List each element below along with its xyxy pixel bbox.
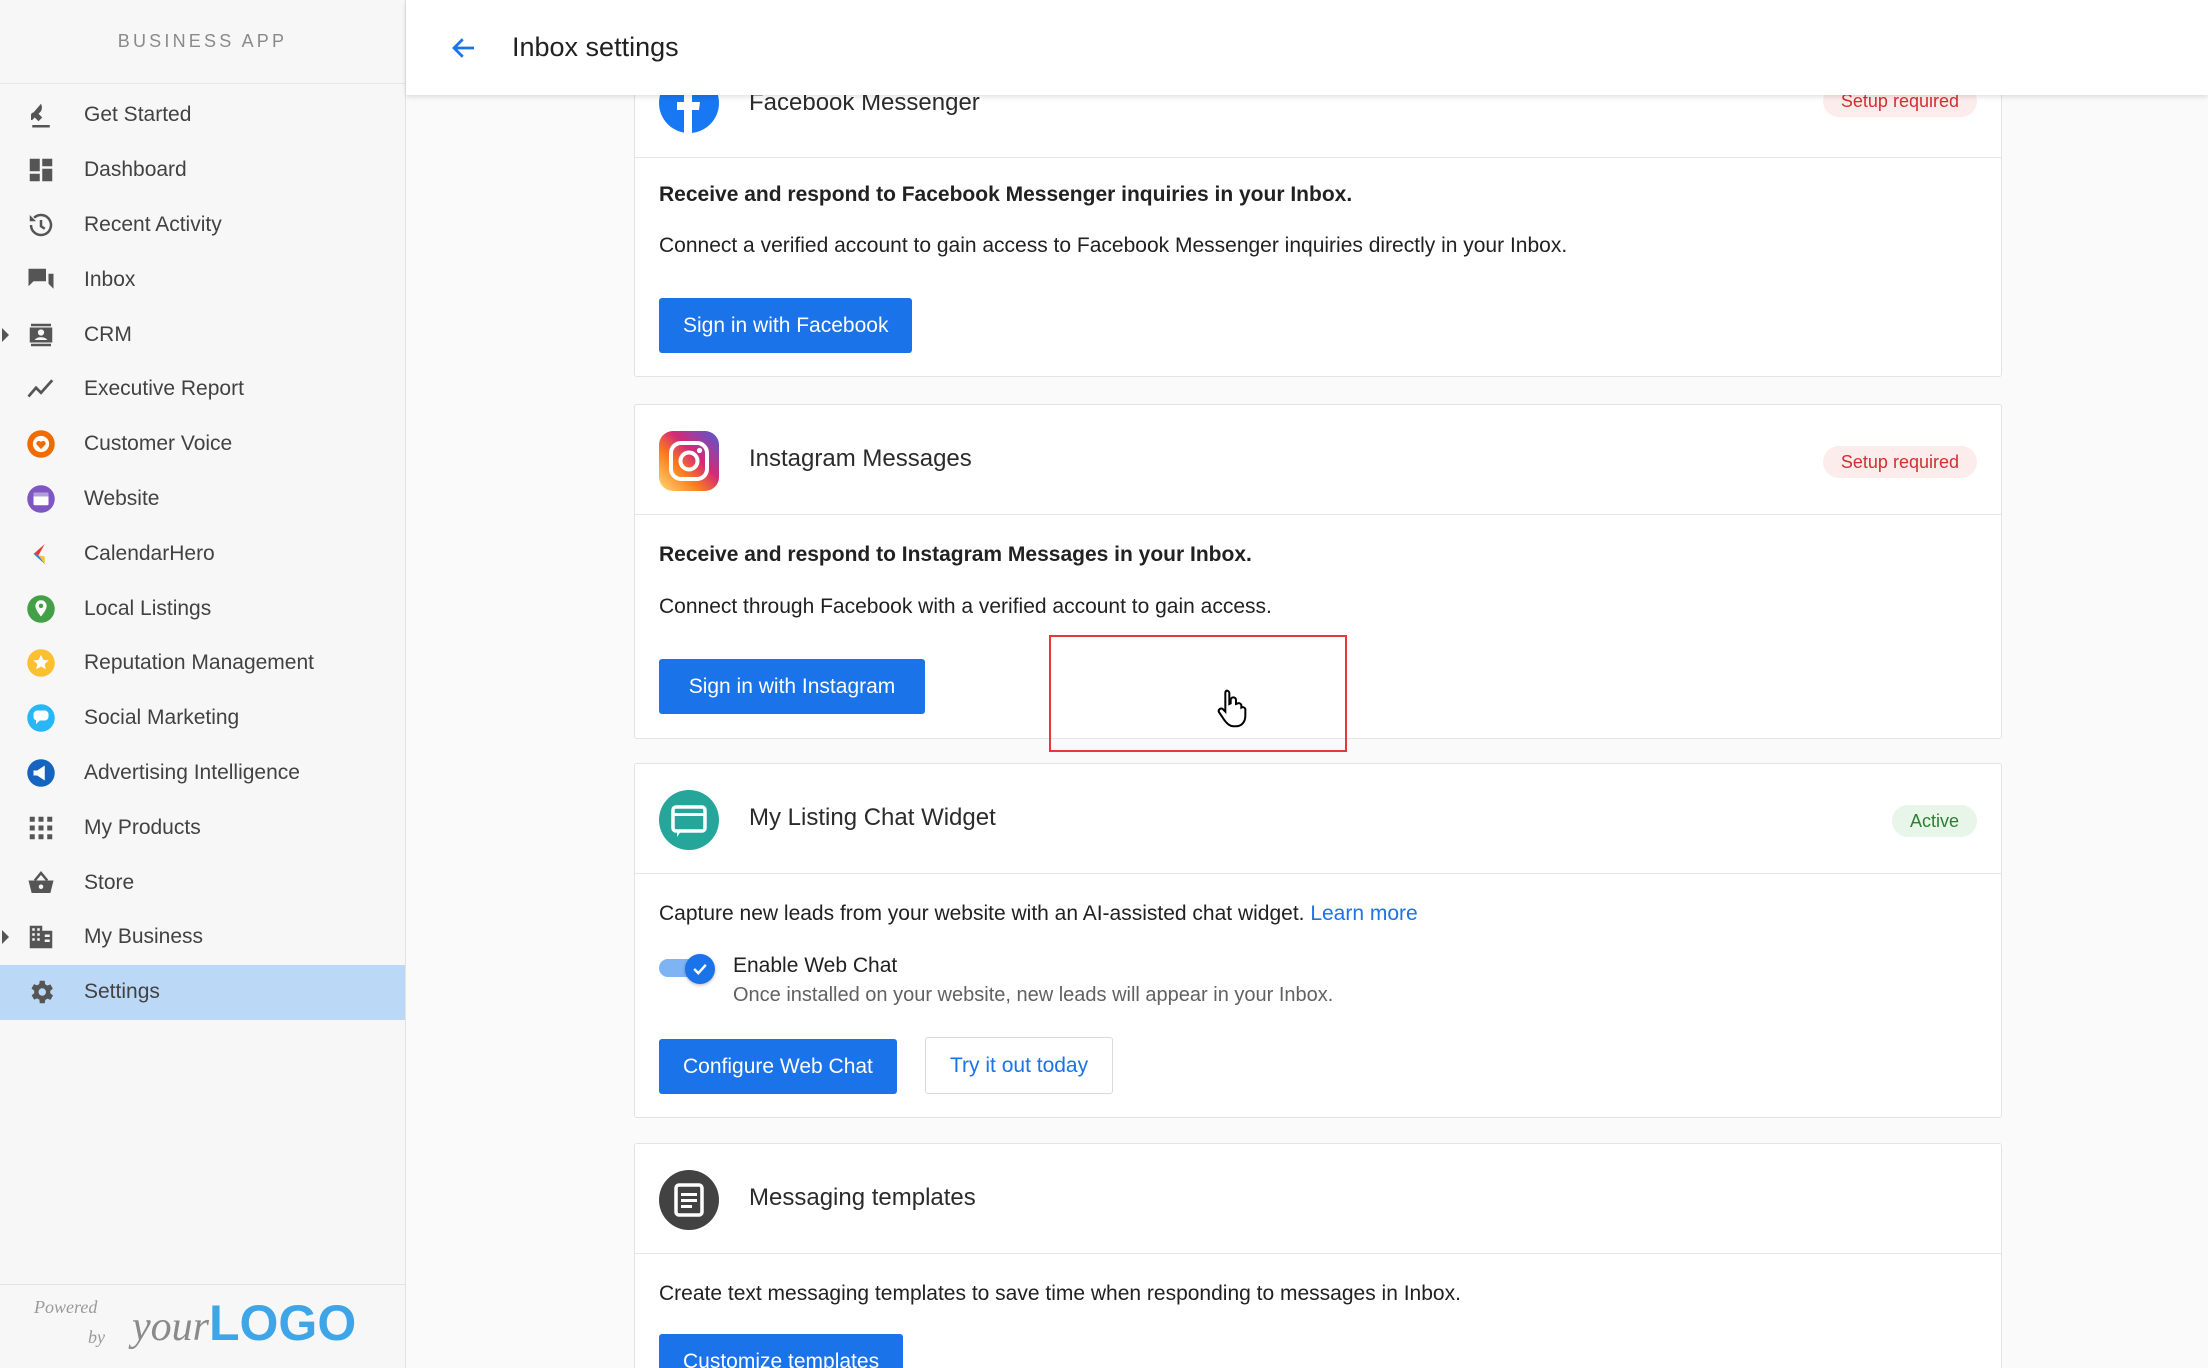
brand-title: BUSINESS APP xyxy=(0,0,405,84)
sidebar-item-label: Dashboard xyxy=(84,158,187,182)
enable-web-chat-toggle[interactable] xyxy=(659,954,715,984)
dashboard-icon xyxy=(24,153,58,187)
card-description: Capture new leads from your website with… xyxy=(659,902,1418,926)
sidebar-item-my-business[interactable]: My Business xyxy=(0,910,405,965)
sidebar-item-social-marketing[interactable]: Social Marketing xyxy=(0,691,405,746)
toggle-description: Once installed on your website, new lead… xyxy=(733,984,1334,1006)
checkmark-icon xyxy=(685,954,715,984)
chat-widget-card: My Listing Chat Widget Active Capture ne… xyxy=(634,763,2002,1118)
card-headline: Receive and respond to Facebook Messenge… xyxy=(659,183,1353,206)
sidebar-item-label: Advertising Intelligence xyxy=(84,760,300,784)
sidebar-item-executive-report[interactable]: Executive Report xyxy=(0,362,405,417)
contacts-icon xyxy=(24,318,58,352)
sidebar-item-my-products[interactable]: My Products xyxy=(0,800,405,855)
card-title: Instagram Messages xyxy=(749,445,972,472)
trend-icon xyxy=(24,372,58,406)
sidebar-item-label: Recent Activity xyxy=(84,212,222,236)
social-marketing-icon xyxy=(24,701,58,735)
toggle-label: Enable Web Chat xyxy=(733,954,898,977)
expand-arrow-icon[interactable] xyxy=(2,327,9,342)
card-title: My Listing Chat Widget xyxy=(749,804,996,831)
sidebar-item-get-started[interactable]: Get Started xyxy=(0,88,405,143)
back-arrow-icon[interactable] xyxy=(442,26,486,70)
sidebar-item-local-listings[interactable]: Local Listings xyxy=(0,581,405,636)
gear-icon xyxy=(24,975,58,1009)
sidebar-item-label: Local Listings xyxy=(84,596,212,620)
sidebar-item-advertising-intelligence[interactable]: Advertising Intelligence xyxy=(0,746,405,801)
logo-logo-text: LOGO xyxy=(209,1295,357,1351)
sidebar-item-dashboard[interactable]: Dashboard xyxy=(0,143,405,198)
building-icon xyxy=(24,920,58,954)
card-description: Connect through Facebook with a verified… xyxy=(659,595,1272,618)
card-header: Messaging templates xyxy=(635,1144,2001,1254)
history-icon xyxy=(24,208,58,242)
expand-arrow-icon[interactable] xyxy=(2,930,9,945)
star-icon xyxy=(24,646,58,680)
by-label: by xyxy=(88,1327,105,1347)
logo-your-text: your xyxy=(132,1304,209,1350)
rocket-icon xyxy=(24,98,58,132)
sidebar-item-label: CalendarHero xyxy=(84,541,215,565)
description-text: Capture new leads from your website with… xyxy=(659,902,1305,925)
document-icon xyxy=(659,1170,719,1230)
sidebar-item-label: CRM xyxy=(84,322,132,346)
configure-web-chat-button[interactable]: Configure Web Chat xyxy=(659,1039,897,1094)
location-pin-icon xyxy=(24,592,58,626)
card-description: Create text messaging templates to save … xyxy=(659,1282,1461,1305)
sidebar-item-label: Inbox xyxy=(84,267,136,291)
page-header: Inbox settings xyxy=(406,0,2208,95)
sidebar-item-label: Get Started xyxy=(84,103,192,127)
chat-widget-icon xyxy=(659,790,719,850)
settings-content: Facebook Messenger Setup required Receiv… xyxy=(406,0,2208,1368)
sidebar-item-customer-voice[interactable]: Customer Voice xyxy=(0,417,405,472)
sign-in-instagram-button[interactable]: Sign in with Instagram xyxy=(659,659,925,714)
sidebar-item-label: Social Marketing xyxy=(84,706,240,730)
sidebar-item-reputation-management[interactable]: Reputation Management xyxy=(0,636,405,691)
sidebar: BUSINESS APP Get Started Dashboard Recen… xyxy=(0,0,406,1368)
sidebar-item-label: My Products xyxy=(84,815,201,839)
card-title: Messaging templates xyxy=(749,1184,976,1211)
sidebar-item-store[interactable]: Store xyxy=(0,855,405,910)
hand-cursor-icon xyxy=(1216,688,1248,728)
sidebar-item-label: My Business xyxy=(84,925,204,949)
instagram-icon xyxy=(659,431,719,491)
basket-icon xyxy=(24,866,58,900)
learn-more-link[interactable]: Learn more xyxy=(1310,902,1417,925)
sidebar-item-label: Customer Voice xyxy=(84,432,233,456)
try-it-out-button[interactable]: Try it out today xyxy=(925,1037,1114,1094)
sidebar-item-website[interactable]: Website xyxy=(0,472,405,527)
sidebar-item-label: Website xyxy=(84,486,160,510)
sidebar-item-label: Executive Report xyxy=(84,377,244,401)
powered-by-footer: Powered by yourLOGO xyxy=(0,1284,405,1368)
card-headline: Receive and respond to Instagram Message… xyxy=(659,543,1252,566)
megaphone-icon xyxy=(24,756,58,790)
sidebar-item-settings[interactable]: Settings xyxy=(0,964,405,1020)
sidebar-item-label: Reputation Management xyxy=(84,651,314,675)
sign-in-facebook-button[interactable]: Sign in with Facebook xyxy=(659,298,913,353)
customer-voice-icon xyxy=(24,427,58,461)
calendarhero-icon xyxy=(24,537,58,571)
customize-templates-button[interactable]: Customize templates xyxy=(659,1334,904,1368)
card-header: Instagram Messages Setup required xyxy=(635,405,2001,515)
company-logo: yourLOGO xyxy=(132,1293,356,1357)
sidebar-item-crm[interactable]: CRM xyxy=(0,307,405,362)
sidebar-nav: Get Started Dashboard Recent Activity In… xyxy=(0,84,405,1020)
sidebar-item-label: Settings xyxy=(84,980,160,1004)
instagram-messages-card: Instagram Messages Setup required Receiv… xyxy=(634,404,2002,739)
card-description: Connect a verified account to gain acces… xyxy=(659,234,1568,257)
sidebar-item-inbox[interactable]: Inbox xyxy=(0,252,405,307)
messaging-templates-card: Messaging templates Create text messagin… xyxy=(634,1143,2002,1368)
page-title: Inbox settings xyxy=(512,32,679,62)
apps-grid-icon xyxy=(24,811,58,845)
sidebar-item-recent-activity[interactable]: Recent Activity xyxy=(0,198,405,253)
status-badge: Setup required xyxy=(1822,446,1977,478)
chat-icon xyxy=(24,263,58,297)
sidebar-item-calendarhero[interactable]: CalendarHero xyxy=(0,526,405,581)
status-badge: Active xyxy=(1891,805,1977,837)
sidebar-item-label: Store xyxy=(84,870,135,894)
powered-label: Powered xyxy=(34,1297,98,1317)
card-header: My Listing Chat Widget Active xyxy=(635,764,2001,874)
website-icon xyxy=(24,482,58,516)
